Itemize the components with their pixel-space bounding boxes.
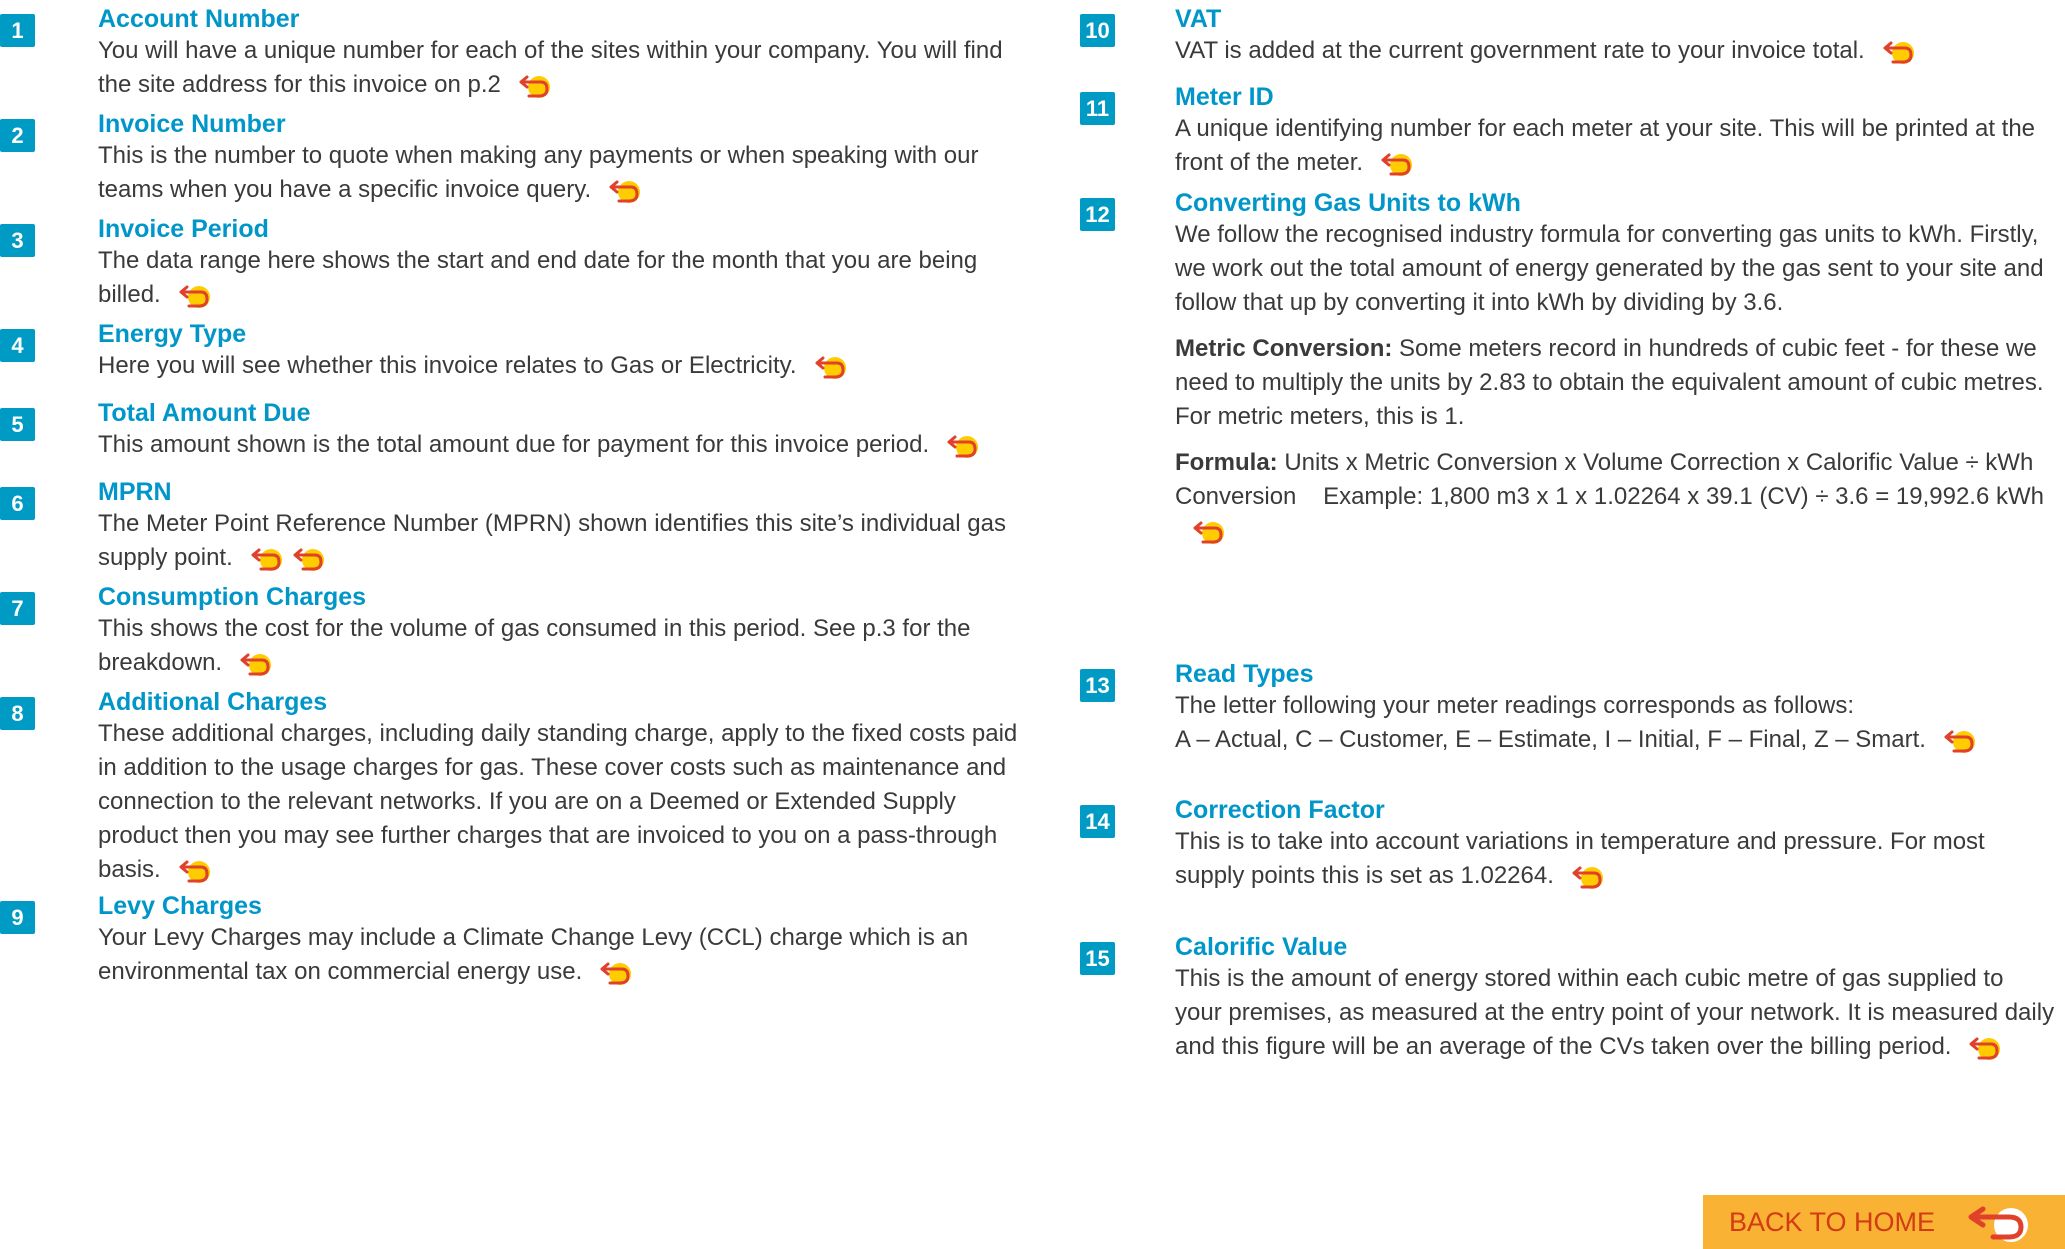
item-number-badge: 3 <box>0 224 35 257</box>
item-title: Converting Gas Units to kWh <box>1175 189 1521 217</box>
item-text: A unique identifying number for each met… <box>1175 115 2036 178</box>
item-number-badge: 14 <box>1080 805 1115 838</box>
formula-text: Formula: Units x Metric Conversion x Vol… <box>1175 446 2055 548</box>
back-arrow-icon[interactable] <box>1191 518 1225 546</box>
back-to-home-button[interactable]: BACK TO HOME <box>1703 1195 2065 1249</box>
item-title: Correction Factor <box>1175 796 1385 824</box>
back-arrow-icon[interactable] <box>598 959 632 987</box>
metric-conversion-text: Metric Conversion: Some meters record in… <box>1175 335 2044 430</box>
item-text: This is the amount of energy stored with… <box>1175 965 2055 1062</box>
back-arrow-icon[interactable] <box>813 353 847 381</box>
item-number-badge: 4 <box>0 329 35 362</box>
item-text: Your Levy Charges may include a Climate … <box>98 924 969 987</box>
item-number-badge: 13 <box>1080 669 1115 702</box>
item-title: Calorific Value <box>1175 933 1348 961</box>
back-arrow-icon[interactable] <box>1570 863 1604 891</box>
back-arrow-icon[interactable] <box>1881 38 1915 66</box>
back-arrow-icon[interactable] <box>238 650 272 678</box>
back-arrow-icon[interactable] <box>1379 150 1413 178</box>
item-text: This amount shown is the total amount du… <box>98 428 1030 462</box>
back-arrow-icon[interactable] <box>177 282 211 310</box>
back-arrow-icon[interactable] <box>177 857 211 885</box>
item-text: These additional charges, including dail… <box>98 720 1018 885</box>
item-text: Here you will see whether this invoice r… <box>98 349 1030 383</box>
item-text: The letter following your meter readings… <box>1175 692 1854 719</box>
item-title: MPRN <box>98 478 172 506</box>
item-number-badge: 15 <box>1080 942 1115 975</box>
item-text: VAT is added at the current government r… <box>1175 34 2055 68</box>
back-arrow-icon[interactable] <box>1967 1034 2001 1062</box>
item-number-badge: 11 <box>1080 92 1115 125</box>
back-arrow-icon[interactable] <box>1942 727 1976 755</box>
item-number-badge: 7 <box>0 592 35 625</box>
item-title: VAT <box>1175 5 1222 33</box>
back-arrow-icon <box>1963 1203 2033 1243</box>
item-title: Additional Charges <box>98 688 328 716</box>
back-to-home-label: BACK TO HOME <box>1729 1207 1936 1237</box>
item-title: Total Amount Due <box>98 399 311 427</box>
item-title: Levy Charges <box>98 892 262 920</box>
item-text: This is the number to quote when making … <box>98 142 979 205</box>
item-text: You will have a unique number for each o… <box>98 37 1003 100</box>
item-text: This shows the cost for the volume of ga… <box>98 615 971 678</box>
item-title: Read Types <box>1175 660 1314 688</box>
item-number-badge: 6 <box>0 487 35 520</box>
item-text: The Meter Point Reference Number (MPRN) … <box>98 510 1006 573</box>
item-number-badge: 12 <box>1080 198 1115 231</box>
item-number-badge: 10 <box>1080 14 1115 47</box>
item-text: We follow the recognised industry formul… <box>1175 221 2044 316</box>
back-arrow-icon[interactable] <box>607 177 641 205</box>
item-number-badge: 2 <box>0 119 35 152</box>
item-title: Account Number <box>98 5 300 33</box>
item-title: Meter ID <box>1175 83 1274 111</box>
back-arrow-icon[interactable] <box>291 545 325 573</box>
item-number-badge: 5 <box>0 408 35 441</box>
read-types-list: A – Actual, C – Customer, E – Estimate, … <box>1175 723 2055 757</box>
back-arrow-icon[interactable] <box>945 432 979 460</box>
item-number-badge: 1 <box>0 14 35 47</box>
back-arrow-icon[interactable] <box>517 72 551 100</box>
item-title: Consumption Charges <box>98 583 367 611</box>
item-text: The data range here shows the start and … <box>98 247 978 310</box>
item-number-badge: 9 <box>0 901 35 934</box>
item-title: Invoice Number <box>98 110 286 138</box>
item-title: Invoice Period <box>98 215 269 243</box>
item-title: Energy Type <box>98 320 247 348</box>
item-text: This is to take into account variations … <box>1175 828 1985 891</box>
back-arrow-icon[interactable] <box>249 545 283 573</box>
item-number-badge: 8 <box>0 697 35 730</box>
